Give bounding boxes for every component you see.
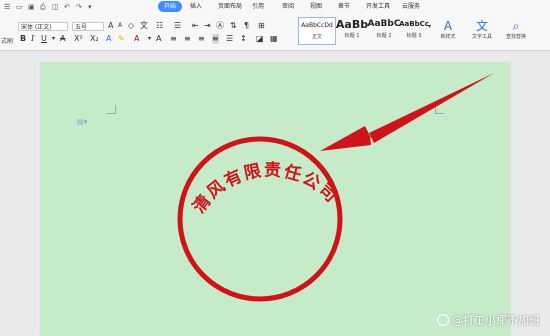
clear-format-icon[interactable]: ◇ <box>128 21 134 31</box>
style-normal[interactable]: AaBbCcDd 正文 <box>298 17 336 45</box>
border-icon[interactable]: ⊞ <box>258 21 265 31</box>
font-color-icon[interactable]: A <box>134 34 139 44</box>
text-tools-button[interactable]: 文 文字工具 <box>470 19 494 40</box>
find-replace-icon: ⌕ <box>512 19 520 33</box>
arrow-icon <box>320 73 494 151</box>
font-color-dropdown-icon[interactable]: ▾ <box>148 34 151 44</box>
text-tools-icon: 文 <box>475 19 488 33</box>
align-left-icon[interactable]: ≡ <box>170 34 177 44</box>
subscript-icon[interactable]: X₂ <box>90 34 99 44</box>
tab-home[interactable]: 开始 <box>158 1 183 12</box>
bold-icon[interactable]: B <box>20 34 26 44</box>
style-heading-3-name: 标题 3 <box>406 33 422 39</box>
watermark-text: @打工小椰不加班 <box>452 314 540 327</box>
ribbon-tabs: ☰ ▭ ▣ ⎙ ◫ ↶ ↷ ▾ 开始 插入 页面布局 引用 审阅 视图 章节 开… <box>0 0 550 14</box>
style-heading-1-name: 标题 1 <box>344 33 360 39</box>
strikethrough-icon[interactable]: A <box>60 34 65 44</box>
style-heading-3[interactable]: AaBbCc 标题 3 <box>396 17 432 45</box>
outdent-icon[interactable]: ⇤ <box>192 21 199 31</box>
italic-icon[interactable]: I <box>31 34 34 44</box>
shading-icon[interactable]: ◪ <box>256 34 264 44</box>
grow-font-icon[interactable]: A <box>108 21 113 31</box>
style-normal-sample: AaBbCcDd <box>301 22 333 29</box>
tab-cloud[interactable]: 云服务 <box>402 2 420 12</box>
tab-references[interactable]: 引用 <box>252 2 264 12</box>
tab-page-layout[interactable]: 页面布局 <box>218 2 242 12</box>
font-size-select[interactable]: 五号 <box>72 22 104 31</box>
borders-icon[interactable]: ▦ <box>270 34 278 44</box>
justify-icon[interactable]: ≡ <box>212 34 219 44</box>
tab-review[interactable]: 审阅 <box>282 2 294 12</box>
stamp-drawing: 清风有限责任公司 <box>177 73 494 302</box>
print-icon[interactable]: ⎙ <box>40 3 46 11</box>
document-page[interactable]: ▤▾ 清风有限责任公司 <box>41 63 510 336</box>
align-right-icon[interactable]: ≡ <box>198 34 205 44</box>
more-icon[interactable]: ▾ <box>88 3 92 11</box>
pinyin-icon[interactable]: 文 <box>140 21 148 31</box>
tab-section[interactable]: 章节 <box>338 2 350 12</box>
undo-icon[interactable]: ↶ <box>64 3 70 11</box>
folder-icon[interactable]: ▭ <box>16 3 23 11</box>
distribute-icon[interactable]: ☰ <box>226 34 233 44</box>
style-heading-3-sample: AaBbCc <box>399 20 429 28</box>
new-style-icon: A <box>443 19 453 33</box>
highlight-icon[interactable]: ✎ <box>118 34 125 44</box>
text-effect-icon[interactable]: A <box>106 34 111 44</box>
watermark-logo-icon <box>437 314 449 326</box>
bullet-list-icon[interactable]: ☷ <box>156 21 163 31</box>
ribbon: ☰ ▭ ▣ ⎙ ◫ ↶ ↷ ▾ 开始 插入 页面布局 引用 审阅 视图 章节 开… <box>0 0 550 51</box>
preview-icon[interactable]: ◫ <box>52 3 59 11</box>
text-tools-label: 文字工具 <box>471 34 492 40</box>
tab-insert[interactable]: 插入 <box>190 2 202 12</box>
indent-icon[interactable]: ⇥ <box>204 21 211 31</box>
style-heading-1[interactable]: AaBb 标题 1 <box>334 17 370 45</box>
format-painter-label[interactable]: 式刷 <box>1 36 13 45</box>
styles-more-icon[interactable]: ▾ <box>428 22 431 32</box>
sort-icon[interactable]: ⇅ <box>230 21 237 31</box>
tab-view[interactable]: 视图 <box>310 2 322 12</box>
line-spacing-icon[interactable]: ↕ <box>240 34 247 44</box>
new-style-label: 新样式 <box>440 34 456 40</box>
shrink-font-icon[interactable]: A <box>118 21 122 31</box>
arrow-shaft <box>369 73 494 143</box>
find-replace-button[interactable]: ⌕ 查找替换 <box>504 19 528 40</box>
menu-icon[interactable]: ☰ <box>4 3 10 11</box>
number-list-icon[interactable]: ☰ <box>174 21 181 31</box>
find-replace-label: 查找替换 <box>505 34 526 40</box>
style-normal-name: 正文 <box>311 34 322 40</box>
char-border-icon[interactable]: A <box>156 34 161 44</box>
stamp-text-path: 清风有限责任公司 <box>188 160 340 217</box>
chinese-layout-icon[interactable]: Ⓐ <box>216 21 224 31</box>
align-center-icon[interactable]: ≡ <box>184 34 191 44</box>
underline-icon[interactable]: U <box>41 34 47 44</box>
stamp-text: 清风有限责任公司 <box>188 160 342 217</box>
redo-icon[interactable]: ↷ <box>76 3 82 11</box>
tab-developer[interactable]: 开发工具 <box>366 2 390 12</box>
underline-dropdown-icon[interactable]: ▾ <box>52 34 55 44</box>
style-heading-1-sample: AaBb <box>335 18 369 31</box>
show-marks-icon[interactable]: ¶ <box>244 21 249 31</box>
superscript-icon[interactable]: X² <box>74 34 83 44</box>
new-style-button[interactable]: A 新样式 <box>436 19 460 40</box>
watermark: @打工小椰不加班 <box>437 312 540 328</box>
save-icon[interactable]: ▣ <box>28 3 35 11</box>
font-name-select[interactable]: 宋体 (正文) <box>18 22 68 31</box>
